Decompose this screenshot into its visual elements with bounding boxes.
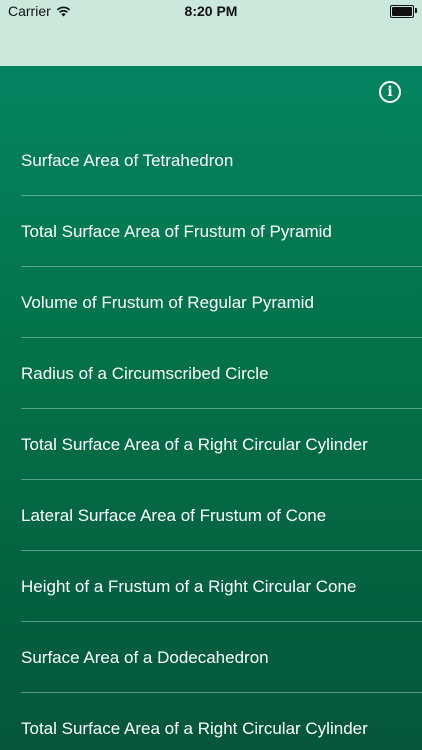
list-item[interactable]: Volume of Frustum of Regular Pyramid xyxy=(0,267,422,338)
list-item-label: Height of a Frustum of a Right Circular … xyxy=(21,576,357,596)
list-item-label: Surface Area of a Dodecahedron xyxy=(21,647,269,667)
list-item-label: Total Surface Area of a Right Circular C… xyxy=(21,434,368,454)
list-item[interactable]: Radius of a Circumscribed Circle xyxy=(0,338,422,409)
battery-icon xyxy=(390,5,417,18)
list-item-label: Radius of a Circumscribed Circle xyxy=(21,363,269,383)
formula-list: Surface Area of Tetrahedron Total Surfac… xyxy=(0,125,422,750)
list-item[interactable]: Surface Area of a Dodecahedron xyxy=(0,622,422,693)
list-item[interactable]: Total Surface Area of a Right Circular C… xyxy=(0,409,422,480)
list-item-label: Total Surface Area of a Right Circular C… xyxy=(21,718,368,738)
list-item[interactable]: Lateral Surface Area of Frustum of Cone xyxy=(0,480,422,551)
list-item-label: Total Surface Area of Frustum of Pyramid xyxy=(21,221,332,241)
formula-list-screen: i Surface Area of Tetrahedron Total Surf… xyxy=(0,66,422,750)
list-item[interactable]: Surface Area of Tetrahedron xyxy=(0,125,422,196)
status-time: 8:20 PM xyxy=(184,3,238,19)
list-item[interactable]: Total Surface Area of Frustum of Pyramid xyxy=(0,196,422,267)
list-item-label: Volume of Frustum of Regular Pyramid xyxy=(21,292,314,312)
info-glyph: i xyxy=(387,84,393,100)
list-item-label: Lateral Surface Area of Frustum of Cone xyxy=(21,505,327,525)
list-item[interactable]: Height of a Frustum of a Right Circular … xyxy=(0,551,422,622)
list-item[interactable]: Total Surface Area of a Right Circular C… xyxy=(0,693,422,750)
list-item-label: Surface Area of Tetrahedron xyxy=(21,150,234,170)
status-bar: Carrier 8:20 PM xyxy=(0,0,422,66)
info-icon[interactable]: i xyxy=(379,81,401,103)
